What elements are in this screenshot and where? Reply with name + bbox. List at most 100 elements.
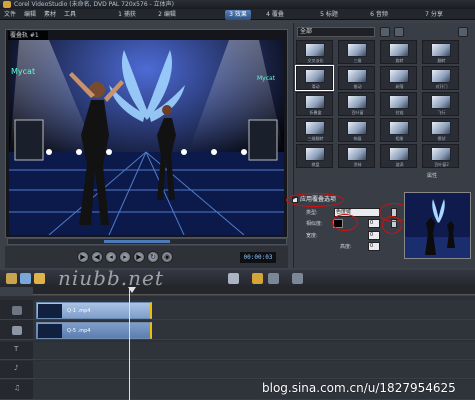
effect-thumbnail-icon	[305, 121, 325, 135]
effect-tile[interactable]: 棋盘	[296, 144, 333, 168]
effect-tile[interactable]: 推动	[338, 66, 375, 90]
step-audio[interactable]: 6 音频	[365, 10, 393, 20]
zoom-icon[interactable]	[268, 273, 279, 284]
height-field[interactable]: 0	[368, 242, 380, 251]
effect-label: 三维翻转	[307, 136, 324, 141]
effect-tile[interactable]: 滑动	[295, 65, 334, 91]
overlay-track-icon[interactable]	[12, 326, 22, 335]
step-share[interactable]: 7 分享	[420, 10, 448, 20]
effect-thumbnail-icon	[431, 69, 451, 83]
step-title[interactable]: 5 标题	[315, 10, 343, 20]
effect-thumbnail-icon	[431, 95, 451, 109]
width-field[interactable]: 0	[368, 231, 380, 240]
next-frame-icon[interactable]: ▸	[119, 251, 131, 263]
overlay-clip[interactable]: Q-5 .mp4	[36, 322, 152, 339]
repeat-icon[interactable]: ↻	[147, 251, 159, 263]
effect-tile[interactable]: 翻转	[422, 40, 459, 64]
voice-track[interactable]	[33, 361, 475, 379]
voice-track-icon[interactable]: ♪	[14, 364, 18, 372]
similarity-field[interactable]: 0	[368, 219, 380, 228]
fit-icon[interactable]	[292, 273, 303, 284]
effect-tile[interactable]: 交叉淡化	[296, 40, 333, 64]
effect-tile[interactable]: 拉链	[380, 92, 417, 116]
thumbnail-image	[405, 193, 470, 258]
effect-tile[interactable]: 折叠盒	[296, 92, 333, 116]
effect-thumbnail-icon	[347, 95, 367, 109]
menu-edit[interactable]: 编辑	[24, 10, 36, 19]
effect-label: 擦拭	[437, 136, 446, 141]
effect-label: 滑动	[311, 84, 320, 89]
video-track-icon[interactable]	[12, 306, 22, 315]
highlight-oval-eyedropper	[382, 216, 402, 234]
step-overlay[interactable]: 4 覆叠	[261, 10, 289, 20]
effect-thumbnail-icon	[305, 95, 325, 109]
effect-tile[interactable]: 旋转	[380, 40, 417, 64]
effect-tile[interactable]: 三维	[338, 40, 375, 64]
step-effect[interactable]: 3 效果	[225, 10, 251, 20]
trim-range[interactable]	[104, 240, 170, 243]
title-track[interactable]	[33, 342, 475, 360]
preview-window[interactable]: Mycat Mycat	[9, 40, 284, 235]
volume-icon[interactable]: ◉	[161, 251, 173, 263]
effect-thumbnail-icon	[389, 43, 409, 57]
attribute-label: 属性	[427, 173, 438, 179]
record-icon[interactable]	[252, 273, 263, 284]
effect-label: 剥落	[395, 84, 404, 89]
title-bar: Corel VideoStudio (未命名, DVD PAL 720x576 …	[0, 0, 475, 9]
effect-label: 漩涡	[395, 162, 404, 167]
preview-scene: Mycat Mycat	[9, 40, 284, 235]
effect-tile[interactable]: 对开门	[422, 66, 459, 90]
category-select[interactable]: 全部	[297, 27, 375, 37]
effect-label: 交叉淡化	[307, 58, 324, 63]
add-effect-icon[interactable]	[394, 27, 404, 37]
effect-tile[interactable]: 相册	[380, 118, 417, 142]
effect-thumbnail-icon	[431, 121, 451, 135]
effect-tile[interactable]: 百叶窗	[338, 92, 375, 116]
effect-label: 拉链	[395, 110, 404, 115]
prev-frame-icon[interactable]: ◂	[105, 251, 117, 263]
effect-thumbnail-icon	[389, 147, 409, 161]
transition-grid: 交叉淡化 三维 旋转 翻转滑动 推动 剥落 对开门折叠盒 百叶窗 拉链 飞行三维翻转 伸展 相册 擦拭棋…	[295, 40, 468, 170]
effect-thumbnail-icon	[431, 43, 451, 57]
undo-icon[interactable]	[228, 273, 239, 284]
effect-tile[interactable]: 百叶窗2	[422, 144, 459, 168]
end-icon[interactable]: ▶	[133, 251, 145, 263]
effect-label: 折叠盒	[309, 110, 322, 115]
height-label: 高度:	[340, 244, 352, 250]
timeline-ruler[interactable]	[33, 287, 475, 295]
audio-view-icon[interactable]	[34, 273, 45, 284]
effect-thumbnail-icon	[389, 69, 409, 83]
effect-thumbnail-icon	[431, 147, 451, 161]
home-icon[interactable]: ◀	[91, 251, 103, 263]
effect-tile[interactable]: 伸展	[338, 118, 375, 142]
effect-label: 翻转	[437, 58, 446, 63]
similarity-label: 相似度:	[306, 221, 323, 227]
effect-tile[interactable]: 漩涡	[380, 144, 417, 168]
storyboard-view-icon[interactable]	[6, 273, 17, 284]
menu-tools[interactable]: 工具	[64, 10, 76, 19]
effect-tile[interactable]: 涂抹	[338, 144, 375, 168]
effect-tile[interactable]: 剥落	[380, 66, 417, 90]
playhead-line[interactable]	[129, 287, 130, 400]
step-edit[interactable]: 2 编辑	[153, 10, 181, 20]
effect-tile[interactable]: 三维翻转	[296, 118, 333, 142]
close-icon[interactable]	[458, 27, 468, 37]
overlay-clip-label: Q-5 .mp4	[67, 328, 91, 334]
effect-thumbnail-icon	[347, 147, 367, 161]
library-menu-icon[interactable]	[380, 27, 390, 37]
timeline-view-icon[interactable]	[20, 273, 31, 284]
effect-thumbnail-icon	[347, 121, 367, 135]
effect-label: 百叶窗2	[434, 162, 449, 167]
effect-label: 涂抹	[353, 162, 362, 167]
timecode-display[interactable]: 00:00:03	[240, 252, 276, 263]
title-track-icon[interactable]: T	[14, 345, 18, 353]
preview-scrubber[interactable]	[7, 238, 287, 245]
play-mode-icon[interactable]: ▶	[77, 251, 89, 263]
menu-file[interactable]: 文件	[4, 10, 16, 19]
video-clip[interactable]: Q-1 .mp4	[36, 302, 152, 319]
menu-clip[interactable]: 素材	[44, 10, 56, 19]
step-capture[interactable]: 1 捕获	[113, 10, 141, 20]
effect-tile[interactable]: 擦拭	[422, 118, 459, 142]
effect-tile[interactable]: 飞行	[422, 92, 459, 116]
music-track-icon[interactable]: ♫	[14, 384, 20, 392]
